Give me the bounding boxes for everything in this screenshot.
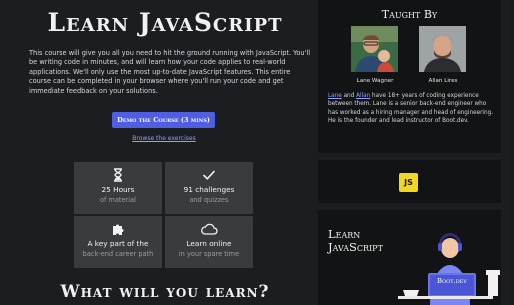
feature-title: Learn online xyxy=(186,239,232,248)
feature-subtitle: in your spare time xyxy=(178,250,240,258)
feature-title: 25 Hours xyxy=(101,185,135,194)
hourglass-icon xyxy=(74,168,162,182)
feature-card-challenges: 91 challenges and quizzes xyxy=(165,162,253,214)
instructor-name: Allan Lires xyxy=(428,78,458,84)
feature-card-online: Learn online in your spare time xyxy=(165,216,253,268)
feature-card-hours: 25 Hours of material xyxy=(74,162,162,214)
lane-link[interactable]: Lane xyxy=(328,93,342,99)
puzzle-icon xyxy=(74,222,162,236)
cloud-icon xyxy=(165,222,253,236)
feature-title: A key part of the xyxy=(87,239,149,248)
instructor-name: Lane Wagner xyxy=(356,78,394,84)
instructor-photo xyxy=(419,26,466,72)
demo-course-button[interactable]: Demo the Course (3 mins) xyxy=(112,112,215,128)
taught-by-panel: Taught By Lane Wagner Allan Lires Lane a… xyxy=(318,0,501,153)
taught-by-title: Taught By xyxy=(381,8,438,21)
instructor-photo xyxy=(351,26,398,72)
checkmark-icon xyxy=(165,168,253,182)
feature-title: 91 challenges xyxy=(183,185,235,194)
course-description: This course will give you all you need t… xyxy=(29,49,311,95)
bootdev-brand: Boot.dev xyxy=(437,277,467,285)
section-heading: What will you learn? xyxy=(60,282,270,302)
feature-subtitle: of material xyxy=(100,196,136,204)
feature-subtitle: back-end career path xyxy=(82,250,154,258)
instructor-bio: Lane and Allan have 18+ years of coding … xyxy=(328,92,494,126)
allan-link[interactable]: Allan xyxy=(356,93,370,99)
bio-and: and xyxy=(341,93,357,99)
javascript-logo-icon: JS xyxy=(399,173,418,192)
feature-subtitle: and quizzes xyxy=(189,196,229,204)
page-title: Learn JavaScript xyxy=(47,8,283,37)
browse-exercises-link[interactable]: Browse the exercises xyxy=(0,135,328,142)
course-promo-card: Learn JavaScript Boot.dev xyxy=(318,210,501,305)
student-illustration-icon xyxy=(398,233,500,305)
page-scrollbar[interactable] xyxy=(509,0,514,305)
js-logo-panel: JS xyxy=(318,160,501,203)
feature-card-career-path: A key part of the back-end career path xyxy=(74,216,162,268)
course-main: Learn JavaScript This course will give y… xyxy=(0,0,318,305)
